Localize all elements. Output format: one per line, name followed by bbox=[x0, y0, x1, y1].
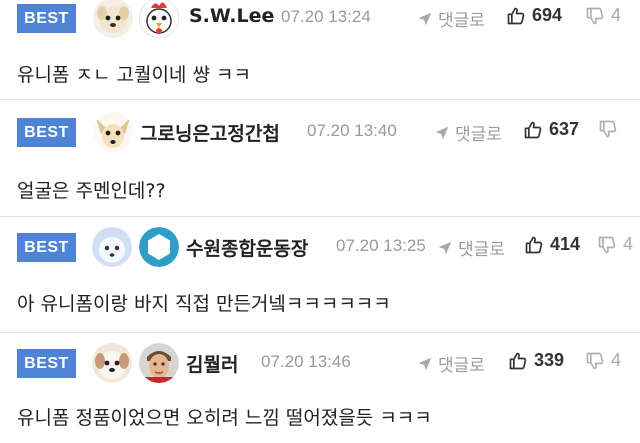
comment-item: BEST 수원종합운동장 07.20 13:25 댓글로 414 4 아 유니폼… bbox=[0, 217, 640, 333]
thumbs-up-icon bbox=[524, 235, 544, 255]
comment-item: BEST 김뭘러 07.20 13:46 댓글로 339 4 유니폼 정품이었으… bbox=[0, 333, 640, 443]
dislike-count: 4 bbox=[611, 5, 622, 25]
reply-button[interactable]: 댓글로 bbox=[436, 235, 505, 260]
best-badge: BEST bbox=[17, 4, 76, 33]
like-button[interactable]: 637 bbox=[523, 119, 579, 140]
thumbs-up-icon bbox=[523, 120, 543, 140]
reply-button[interactable]: 댓글로 bbox=[433, 120, 502, 145]
thumbs-down-icon bbox=[585, 351, 605, 371]
man-face-avatar[interactable] bbox=[139, 343, 179, 383]
thumbs-down-icon bbox=[585, 6, 605, 26]
dog-avatar[interactable] bbox=[93, 0, 133, 38]
dislike-button[interactable]: 4 bbox=[585, 5, 621, 26]
white-dog-avatar[interactable] bbox=[92, 227, 132, 267]
comment-date: 07.20 13:24 bbox=[281, 7, 371, 26]
dislike-button[interactable] bbox=[598, 119, 624, 139]
dislike-button[interactable]: 4 bbox=[585, 350, 621, 371]
comment-item: BEST S.W.Lee 07.20 13:24 댓글로 694 4 유니폼 ㅈ… bbox=[0, 0, 640, 100]
comment-header: BEST S.W.Lee 07.20 13:24 댓글로 694 4 bbox=[0, 0, 640, 38]
like-count: 414 bbox=[550, 234, 581, 254]
thumbs-up-icon bbox=[508, 351, 528, 371]
thumbs-down-icon bbox=[597, 235, 617, 255]
like-count: 637 bbox=[549, 119, 580, 139]
comment-date: 07.20 13:46 bbox=[261, 352, 351, 371]
like-count: 694 bbox=[532, 5, 563, 25]
puppy-avatar[interactable] bbox=[92, 343, 132, 383]
nickname[interactable]: S.W.Lee bbox=[189, 5, 274, 27]
best-badge: BEST bbox=[17, 118, 76, 147]
reply-arrow-icon bbox=[433, 124, 451, 142]
nickname[interactable]: 김뭘러 bbox=[186, 350, 238, 377]
reply-label: 댓글로 bbox=[438, 11, 485, 31]
best-badge: BEST bbox=[17, 349, 76, 378]
reply-button[interactable]: 댓글로 bbox=[416, 6, 485, 31]
like-button[interactable]: 694 bbox=[506, 5, 562, 26]
like-count: 339 bbox=[534, 350, 565, 370]
thumbs-down-icon bbox=[598, 119, 618, 139]
comment-text: 유니폼 ㅈㄴ 고퀄이네 썅 ㅋㅋ bbox=[17, 64, 251, 86]
chihuahua-avatar[interactable] bbox=[93, 112, 133, 152]
comment-item: BEST 그로닝은고정간첩 07.20 13:40 댓글로 637 얼굴은 주멘… bbox=[0, 100, 640, 217]
like-button[interactable]: 339 bbox=[508, 350, 564, 371]
comment-text: 얼굴은 주멘인데?? bbox=[17, 180, 166, 202]
dislike-button[interactable]: 4 bbox=[597, 234, 633, 255]
like-button[interactable]: 414 bbox=[524, 234, 580, 255]
reply-label: 댓글로 bbox=[438, 356, 485, 376]
nickname[interactable]: 그로닝은고정간첩 bbox=[140, 119, 280, 146]
reply-label: 댓글로 bbox=[458, 240, 505, 260]
comment-header: BEST 그로닝은고정간첩 07.20 13:40 댓글로 637 bbox=[0, 112, 640, 152]
nickname[interactable]: 수원종합운동장 bbox=[186, 234, 308, 261]
comment-header: BEST 수원종합운동장 07.20 13:25 댓글로 414 4 bbox=[0, 227, 640, 267]
best-badge: BEST bbox=[17, 233, 76, 262]
comment-header: BEST 김뭘러 07.20 13:46 댓글로 339 4 bbox=[0, 343, 640, 383]
reply-button[interactable]: 댓글로 bbox=[416, 351, 485, 376]
hexagon-avatar[interactable] bbox=[139, 227, 179, 267]
dislike-count: 4 bbox=[623, 234, 634, 254]
comment-text: 아 유니폼이랑 바지 직접 만든거넼ㅋㅋㅋㅋㅋㅋ bbox=[17, 293, 391, 315]
reply-label: 댓글로 bbox=[455, 125, 502, 145]
comment-date: 07.20 13:25 bbox=[336, 236, 426, 255]
rooster-avatar[interactable] bbox=[139, 0, 179, 38]
comment-date: 07.20 13:40 bbox=[307, 121, 397, 140]
thumbs-up-icon bbox=[506, 6, 526, 26]
reply-arrow-icon bbox=[416, 10, 434, 28]
dislike-count: 4 bbox=[611, 350, 622, 370]
reply-arrow-icon bbox=[436, 239, 454, 257]
reply-arrow-icon bbox=[416, 355, 434, 373]
comment-text: 유니폼 정품이었으면 오히려 느낌 떨어졌을듯 ㅋㅋㅋ bbox=[17, 407, 432, 429]
